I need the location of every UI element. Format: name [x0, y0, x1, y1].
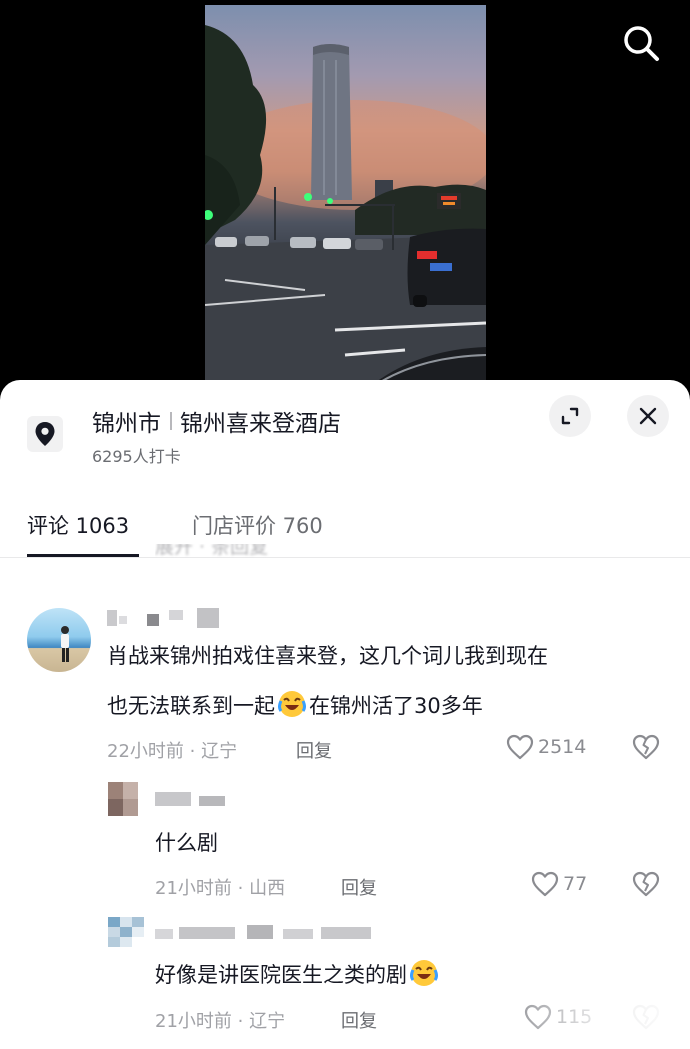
dislike-button[interactable]: [632, 871, 660, 901]
reply-button[interactable]: 回复: [341, 1007, 377, 1033]
comment-item: 肖战来锦州拍戏住喜来登，这几个词儿我到现在 也无法联系到一起 在锦州活了30多年 …: [0, 600, 690, 770]
location-pin-icon: [35, 422, 55, 446]
avatar[interactable]: [27, 608, 91, 672]
comment-text: 什么剧: [155, 831, 218, 855]
like-count: 2514: [538, 736, 587, 758]
username-redacted[interactable]: [107, 608, 222, 630]
location-title[interactable]: 锦州市 锦州喜来登酒店: [92, 404, 341, 438]
username-redacted[interactable]: [155, 790, 235, 810]
video-scene-image: [205, 25, 486, 400]
broken-heart-icon: [632, 734, 660, 760]
expand-replies-link[interactable]: 展开 · 条回复: [155, 544, 295, 560]
location-header[interactable]: 锦州市 锦州喜来登酒店 6295人打卡: [0, 380, 690, 480]
comment-meta: 21小时前 · 山西: [155, 878, 286, 899]
comment-text-line1: 肖战来锦州拍戏住喜来登，这几个词儿我到现在: [107, 644, 548, 668]
expand-icon: [561, 407, 579, 425]
broken-heart-icon: [632, 871, 660, 897]
avatar-redacted[interactable]: [108, 782, 138, 816]
close-button[interactable]: [627, 395, 669, 437]
expand-replies-text: 展开 · 条回复: [155, 544, 269, 558]
reply-button[interactable]: 回复: [341, 874, 377, 900]
laughing-crying-emoji-icon: [410, 960, 438, 986]
heart-icon: [506, 734, 534, 760]
comment-text-part: 好像是讲医院医生之类的剧: [155, 963, 407, 987]
comment-text-part-2: 在锦州活了30多年: [309, 694, 483, 718]
reply-item: 什么剧 21小时前 · 山西 回复 77: [0, 782, 690, 902]
comment-text: 好像是讲医院医生之类的剧: [155, 955, 441, 995]
like-count: 77: [563, 873, 588, 895]
location-place: 锦州喜来登酒店: [180, 411, 341, 437]
tab-bar: 评论 1063 门店评价 760: [0, 502, 690, 558]
active-tab-indicator: [27, 554, 139, 557]
title-separator: [170, 412, 172, 430]
expand-button[interactable]: [549, 395, 591, 437]
username-redacted[interactable]: [155, 925, 380, 943]
tab-store-reviews[interactable]: 门店评价 760: [192, 510, 323, 540]
dislike-button[interactable]: [632, 734, 660, 764]
like-button[interactable]: 2514: [506, 734, 586, 760]
avatar-redacted[interactable]: [108, 917, 144, 947]
tab-comments[interactable]: 评论 1063: [27, 510, 129, 540]
comment-meta: 22小时前 · 辽宁: [107, 741, 238, 762]
checkin-count: 6295人打卡: [92, 447, 181, 466]
comment-text: 肖战来锦州拍戏住喜来登，这几个词儿我到现在: [107, 636, 548, 676]
watermark-fade: [500, 990, 690, 1049]
video-player[interactable]: [0, 0, 690, 400]
search-button[interactable]: [618, 20, 664, 66]
laughing-crying-emoji-icon: [278, 691, 306, 717]
avatar-figure: [61, 626, 69, 662]
location-city: 锦州市: [92, 411, 161, 437]
reply-button[interactable]: 回复: [296, 737, 332, 763]
comment-sheet: 锦州市 锦州喜来登酒店 6295人打卡 评论 1063 门店评价 760 展开 …: [0, 380, 690, 1049]
like-button[interactable]: 77: [531, 871, 587, 897]
comment-text-part: 也无法联系到一起: [107, 694, 275, 718]
heart-icon: [531, 871, 559, 897]
comment-meta: 21小时前 · 辽宁: [155, 1011, 286, 1032]
search-icon: [624, 26, 659, 61]
comment-text-line2: 也无法联系到一起 在锦州活了30多年: [107, 686, 483, 726]
close-icon: [639, 407, 657, 425]
video-frame[interactable]: [205, 5, 486, 400]
location-pin-badge: [27, 416, 63, 452]
